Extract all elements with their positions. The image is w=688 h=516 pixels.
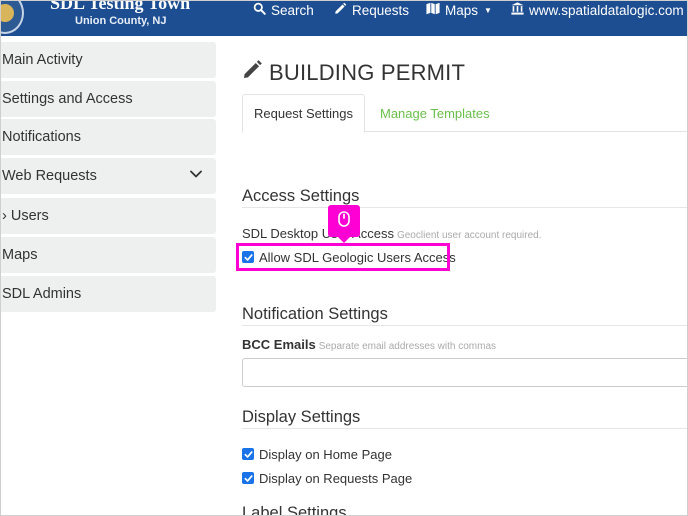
sidebar-item-main-activity[interactable]: Main Activity: [0, 42, 216, 78]
sidebar-item-label: Settings and Access: [2, 91, 133, 107]
checkbox-label: Display on Requests Page: [259, 470, 413, 486]
access-settings-heading: Access Settings: [242, 187, 360, 205]
section-divider: [242, 325, 688, 326]
tab-request-settings[interactable]: Request Settings: [242, 94, 365, 133]
pencil-icon: [242, 59, 263, 86]
display-home-page-checkbox[interactable]: Display on Home Page: [242, 445, 392, 463]
notification-settings-heading: Notification Settings: [242, 305, 388, 323]
sidebar-item-settings-and-access[interactable]: Settings and Access: [0, 81, 216, 117]
checkbox-checked[interactable]: [242, 472, 254, 484]
checkbox-checked[interactable]: [242, 251, 254, 263]
bcc-emails-label: BCC Emails Separate email addresses with …: [242, 337, 496, 352]
display-settings-heading: Display Settings: [242, 408, 361, 426]
page-title-text: BUILDING PERMIT: [269, 59, 466, 85]
nav-maps-label: Maps: [445, 2, 479, 18]
tab-manage-templates[interactable]: Manage Templates: [380, 94, 490, 132]
brand-subtitle: Union County, NJ: [75, 15, 167, 27]
sidebar-item-label: Main Activity: [2, 52, 83, 68]
mouse-icon: [338, 210, 350, 232]
tab-bar: Request Settings Manage Templates: [242, 94, 688, 133]
nav-search[interactable]: Search: [253, 1, 314, 19]
sidebar-item-label: Notifications: [2, 129, 81, 145]
sidebar-item-label: › Users: [2, 208, 49, 224]
label-settings-heading: Label Settings: [242, 504, 347, 516]
checkbox-checked[interactable]: [242, 448, 254, 460]
mouse-click-marker: [328, 205, 360, 243]
institution-icon: [511, 2, 524, 18]
town-seal-logo: [0, 0, 24, 34]
desktop-access-label: SDL Desktop User Access Geoclient user ac…: [242, 226, 542, 241]
brand-title[interactable]: SDL Testing Town: [50, 0, 190, 14]
sidebar-item-web-requests[interactable]: Web Requests: [0, 158, 216, 194]
bcc-emails-input[interactable]: [242, 358, 688, 387]
checkbox-label: Display on Home Page: [259, 446, 392, 462]
sidebar-item-notifications[interactable]: Notifications: [0, 119, 216, 155]
sidebar-item-maps[interactable]: Maps: [0, 237, 216, 273]
map-icon: [426, 2, 440, 18]
sidebar-item-label: SDL Admins: [2, 286, 82, 302]
desktop-access-hint: Geoclient user account required.: [396, 230, 542, 241]
sidebar-item-label: Web Requests: [2, 168, 97, 184]
top-navbar: SDL Testing Town Union County, NJ Search…: [0, 0, 688, 36]
desktop-access-label-text: SDL Desktop User Access: [242, 226, 394, 241]
bcc-emails-label-text: BCC Emails: [242, 337, 316, 352]
sidebar-item-label: Maps: [2, 247, 38, 263]
page-title: BUILDING PERMIT: [242, 59, 465, 86]
nav-maps[interactable]: Maps ▼: [426, 1, 492, 19]
nav-requests-label: Requests: [352, 2, 410, 18]
nav-website-link[interactable]: www.spatialdatalogic.com: [511, 1, 684, 19]
sidebar-item-users[interactable]: › Users: [0, 198, 216, 234]
display-requests-page-checkbox[interactable]: Display on Requests Page: [242, 469, 412, 487]
nav-search-label: Search: [271, 2, 314, 18]
sidebar-item-sdl-admins[interactable]: SDL Admins: [0, 276, 216, 312]
nav-requests[interactable]: Requests: [334, 1, 409, 19]
checkbox-label: Allow SDL Geologic Users Access: [259, 249, 456, 265]
section-divider: [242, 207, 688, 208]
pencil-icon: [334, 2, 347, 18]
bcc-emails-hint: Separate email addresses with commas: [318, 341, 497, 352]
caret-down-icon: ▼: [484, 5, 492, 15]
allow-geologic-users-checkbox[interactable]: Allow SDL Geologic Users Access: [242, 248, 456, 266]
search-icon: [253, 2, 266, 18]
section-divider: [242, 428, 688, 429]
chevron-down-icon[interactable]: [189, 167, 203, 185]
nav-website-label: www.spatialdatalogic.com: [529, 2, 684, 18]
